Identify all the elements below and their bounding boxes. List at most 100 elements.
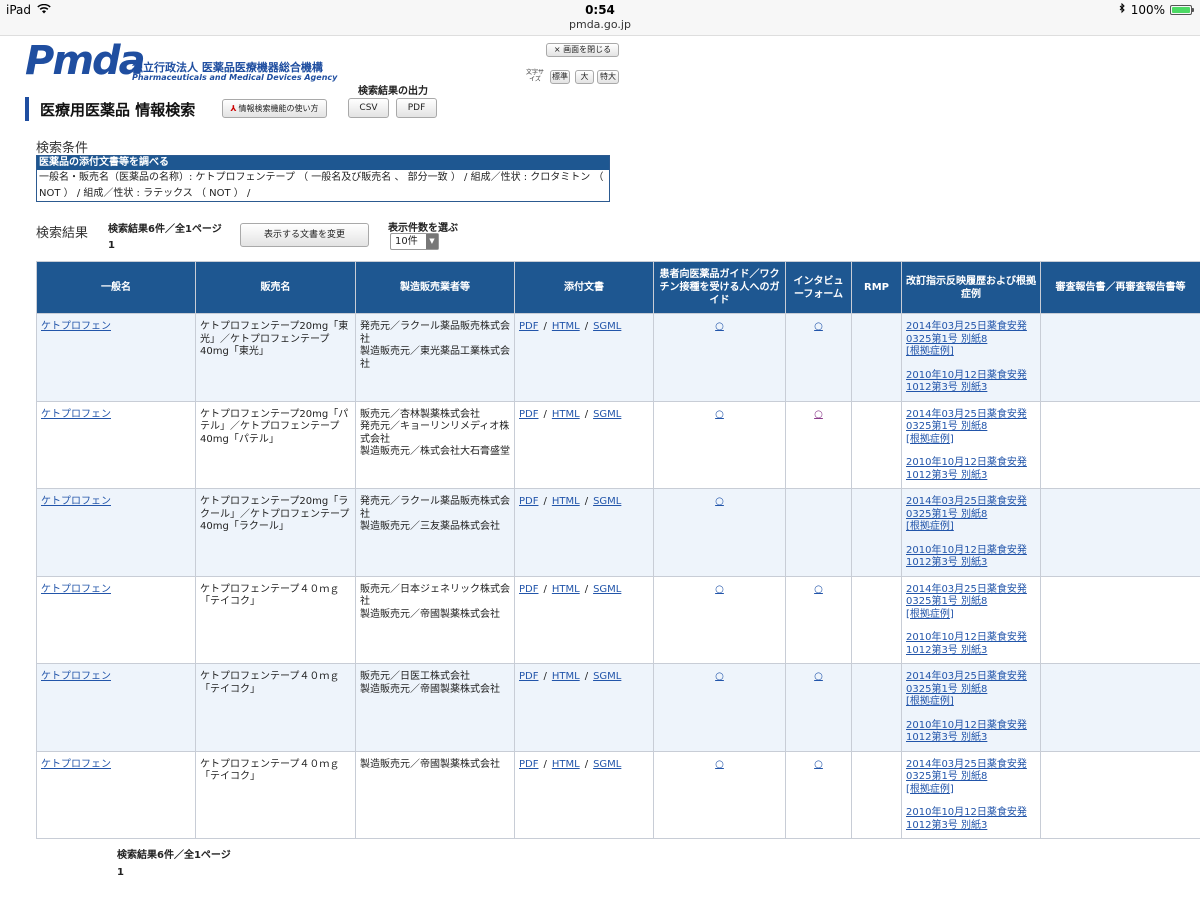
cell-brand: ケトプロフェンテープ20mg「パテル」／ケトプロフェンテープ40mg「パテル」 [195,400,356,489]
logo-english: Pharmaceuticals and Medical Devices Agen… [132,73,338,82]
doc-link-sgml[interactable]: SGML [593,584,621,595]
interview-form-link[interactable]: ○ [814,759,823,770]
output-label: 検索結果の出力 [358,86,428,97]
doc-link-html[interactable]: HTML [552,321,580,332]
chevron-down-icon: ▼ [426,234,438,249]
doc-link-sgml[interactable]: SGML [593,671,621,682]
link-separator: / [543,758,547,770]
cell-maker: 発売元／ラクール薬品販売株式会社 製造販売元／東光薬品工業株式会社 [355,313,515,402]
patient-guide-link[interactable]: ○ [715,584,724,595]
col-header-package-insert: 添付文書 [514,261,654,314]
pmda-logo[interactable]: Pmda 独立行政法人 医薬品医療機器総合機構 Pharmaceuticals … [25,38,337,85]
revision-link-2014[interactable]: 2014年03月25日薬食安発0325第1号 別紙8 [906,671,1036,696]
evidence-cases-link[interactable]: [根拠症例] [906,521,1036,534]
cell-brand: ケトプロフェンテープ４０ｍｇ「テイコク」 [195,663,356,752]
revision-link-2010[interactable]: 2010年10月12日薬食安発1012第3号 別紙3 [906,632,1036,657]
table-row: ケトプロフェン ケトプロフェンテープ４０ｍｇ「テイコク」 販売元／日医工株式会社… [36,663,1200,752]
generic-name-link[interactable]: ケトプロフェン [41,584,111,595]
doc-link-pdf[interactable]: PDF [519,759,538,770]
generic-name-link[interactable]: ケトプロフェン [41,496,111,507]
doc-link-pdf[interactable]: PDF [519,584,538,595]
interview-form-link[interactable]: ○ [814,321,823,332]
revision-link-2010[interactable]: 2010年10月12日薬食安発1012第3号 別紙3 [906,370,1036,395]
evidence-cases-link[interactable]: [根拠症例] [906,609,1036,622]
cell-maker: 販売元／日本ジェネリック株式会社 製造販売元／帝國製薬株式会社 [355,575,515,664]
doc-link-html[interactable]: HTML [552,584,580,595]
cell-review-report [1040,488,1200,577]
col-header-interview-form: インタビューフォーム [785,261,852,314]
revision-link-2010[interactable]: 2010年10月12日薬食安発1012第3号 別紙3 [906,545,1036,570]
doc-link-html[interactable]: HTML [552,409,580,420]
revision-link-2014[interactable]: 2014年03月25日薬食安発0325第1号 別紙8 [906,759,1036,784]
interview-form-link[interactable]: ○ [814,409,823,420]
evidence-cases-link[interactable]: [根拠症例] [906,784,1036,797]
logo-mark: Pmda [25,38,146,84]
doc-link-sgml[interactable]: SGML [593,321,621,332]
pdf-icon: ⅄ [230,104,237,113]
revision-link-2014[interactable]: 2014年03月25日薬食安発0325第1号 別紙8 [906,321,1036,346]
revision-link-2014[interactable]: 2014年03月25日薬食安発0325第1号 別紙8 [906,409,1036,434]
interview-form-link[interactable]: ○ [814,584,823,595]
font-size-xlarge-button[interactable]: 特大 [597,70,619,84]
revision-link-2010[interactable]: 2010年10月12日薬食安発1012第3号 別紙3 [906,457,1036,482]
table-row: ケトプロフェン ケトプロフェンテープ４０ｍｇ「テイコク」 販売元／日本ジェネリッ… [36,575,1200,664]
per-page-select[interactable]: 10件 ▼ [390,233,439,250]
doc-link-pdf[interactable]: PDF [519,409,538,420]
evidence-cases-link[interactable]: [根拠症例] [906,346,1036,359]
cell-interview-form [785,488,852,577]
patient-guide-link[interactable]: ○ [715,671,724,682]
generic-name-link[interactable]: ケトプロフェン [41,409,111,420]
close-window-button[interactable]: × 画面を閉じる [546,43,619,57]
table-row: ケトプロフェン ケトプロフェンテープ４０ｍｇ「テイコク」 製造販売元／帝國製薬株… [36,750,1200,839]
cell-review-report [1040,750,1200,839]
revision-link-2010[interactable]: 2010年10月12日薬食安発1012第3号 別紙3 [906,720,1036,745]
doc-link-pdf[interactable]: PDF [519,671,538,682]
doc-link-html[interactable]: HTML [552,759,580,770]
results-page-number[interactable]: 1 [108,240,115,251]
footer-results-count: 検索結果6件／全1ページ [117,850,231,861]
generic-name-link[interactable]: ケトプロフェン [41,321,111,332]
cell-maker: 販売元／日医工株式会社 製造販売元／帝國製薬株式会社 [355,663,515,752]
cell-generic: ケトプロフェン [36,575,196,664]
doc-link-sgml[interactable]: SGML [593,409,621,420]
csv-export-button[interactable]: CSV [348,98,389,118]
generic-name-link[interactable]: ケトプロフェン [41,759,111,770]
evidence-cases-link[interactable]: [根拠症例] [906,696,1036,709]
doc-link-pdf[interactable]: PDF [519,496,538,507]
help-guide-button[interactable]: ⅄ 情報検索機能の使い方 [222,99,327,118]
title-accent-bar [25,97,29,121]
footer-page-number[interactable]: 1 [117,867,124,878]
generic-name-link[interactable]: ケトプロフェン [41,671,111,682]
doc-link-sgml[interactable]: SGML [593,496,621,507]
cell-patient-guide: ○ [653,400,786,489]
cell-interview-form: ○ [785,575,852,664]
address-bar-url[interactable]: pmda.go.jp [0,18,1200,31]
results-count: 検索結果6件／全1ページ [108,224,222,235]
interview-form-link[interactable]: ○ [814,671,823,682]
doc-link-sgml[interactable]: SGML [593,759,621,770]
pdf-export-button[interactable]: PDF [396,98,437,118]
table-row: ケトプロフェン ケトプロフェンテープ20mg「パテル」／ケトプロフェンテープ40… [36,400,1200,489]
revision-link-2014[interactable]: 2014年03月25日薬食安発0325第1号 別紙8 [906,496,1036,521]
col-header-maker: 製造販売業者等 [355,261,515,314]
revision-link-2010[interactable]: 2010年10月12日薬食安発1012第3号 別紙3 [906,807,1036,832]
col-header-rmp: RMP [851,261,902,314]
doc-link-html[interactable]: HTML [552,671,580,682]
patient-guide-link[interactable]: ○ [715,321,724,332]
patient-guide-link[interactable]: ○ [715,409,724,420]
patient-guide-link[interactable]: ○ [715,759,724,770]
conditions-text: 一般名・販売名（医薬品の名称）: ケトプロフェンテープ （ 一般名及び販売名 、… [39,172,604,199]
page-title: 医療用医薬品 情報検索 [40,101,196,119]
cell-generic: ケトプロフェン [36,750,196,839]
patient-guide-link[interactable]: ○ [715,496,724,507]
evidence-cases-link[interactable]: [根拠症例] [906,434,1036,447]
results-title: 検索結果 [36,226,89,241]
cell-interview-form: ○ [785,663,852,752]
font-size-normal-button[interactable]: 標準 [550,70,570,84]
change-documents-button[interactable]: 表示する文書を変更 [240,223,369,247]
doc-link-html[interactable]: HTML [552,496,580,507]
revision-link-2014[interactable]: 2014年03月25日薬食安発0325第1号 別紙8 [906,584,1036,609]
font-size-large-button[interactable]: 大 [575,70,594,84]
doc-link-pdf[interactable]: PDF [519,321,538,332]
per-page-label: 表示件数を選ぶ [388,223,458,234]
